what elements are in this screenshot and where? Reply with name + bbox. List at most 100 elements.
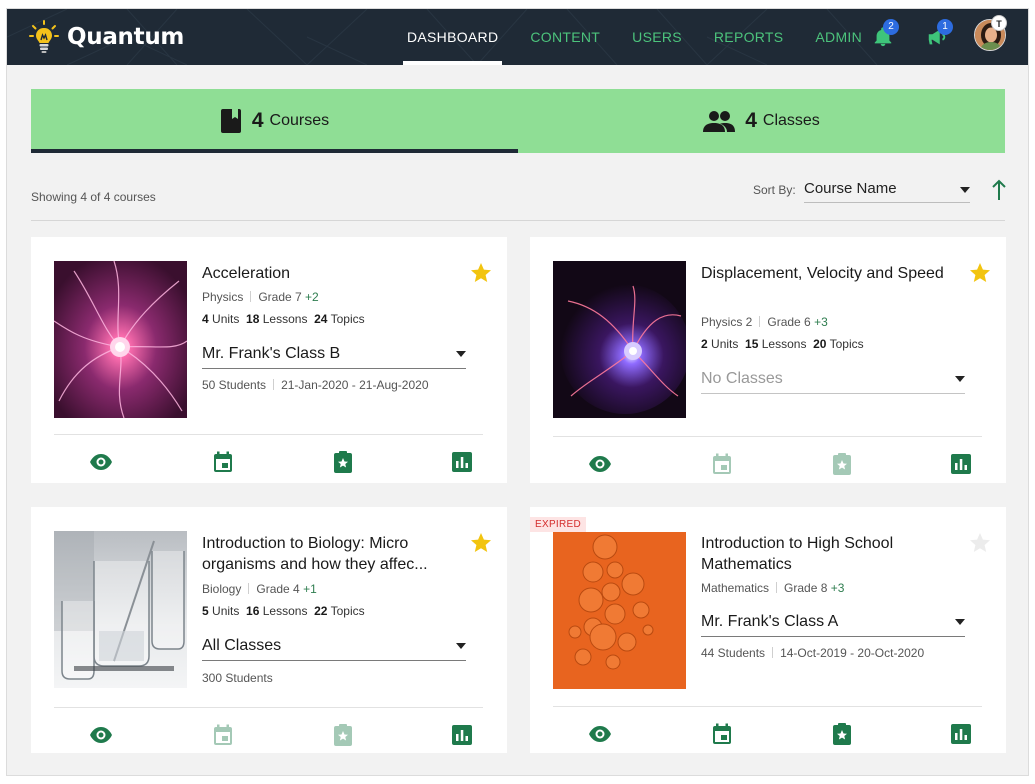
- favorite-star-icon[interactable]: [968, 531, 992, 555]
- course-card[interactable]: Introduction to Biology: Micro organisms…: [31, 507, 507, 753]
- class-details: 50 Students 21-Jan-2020 - 21-Aug-2020: [202, 378, 429, 392]
- view-eye-icon[interactable]: [89, 450, 113, 474]
- class-select[interactable]: All Classes: [202, 631, 466, 661]
- chevron-down-icon: [456, 643, 466, 649]
- main-nav: DASHBOARD CONTENT USERS REPORTS ADMIN: [403, 9, 890, 65]
- view-eye-icon[interactable]: [89, 723, 113, 747]
- view-tabs: 4 Courses 4 Classes: [31, 89, 1005, 153]
- classes-count: 4: [745, 109, 757, 132]
- class-details: 300 Students: [202, 671, 273, 685]
- card-actions: [553, 722, 982, 752]
- avatar-initial-badge: T: [991, 15, 1007, 31]
- course-counts: 4 Units 18 Lessons 24 Topics: [202, 312, 365, 326]
- class-dates: 14-Oct-2019 - 20-Oct-2020: [780, 646, 925, 660]
- course-subject: Physics 2: [701, 315, 753, 329]
- assignment-star-icon[interactable]: [331, 723, 355, 747]
- student-count: 300 Students: [202, 671, 273, 685]
- sort-by-label: Sort By:: [753, 183, 796, 197]
- calendar-icon[interactable]: [211, 723, 235, 747]
- arrow-up-icon: [992, 179, 1006, 200]
- nav-admin[interactable]: ADMIN: [811, 9, 866, 65]
- student-count: 44 Students: [701, 646, 766, 660]
- course-grade: Grade 8: [784, 581, 828, 595]
- courses-count: 4: [251, 109, 264, 132]
- nav-reports[interactable]: REPORTS: [710, 9, 788, 65]
- card-actions: [54, 723, 483, 753]
- course-title[interactable]: Introduction to High School Mathematics: [701, 533, 951, 575]
- course-title[interactable]: Displacement, Velocity and Speed: [701, 263, 951, 284]
- nav-users[interactable]: USERS: [628, 9, 686, 65]
- app-logo[interactable]: Quantum: [29, 19, 184, 55]
- card-divider: [54, 707, 483, 708]
- student-count: 50 Students: [202, 378, 267, 392]
- expired-badge: EXPIRED: [530, 517, 587, 532]
- course-subject: Biology: [202, 582, 242, 596]
- view-eye-icon[interactable]: [588, 722, 612, 746]
- results-count-text: Showing 4 of 4 courses: [31, 190, 156, 204]
- grade-extra: +1: [303, 582, 317, 596]
- chevron-down-icon: [955, 376, 965, 382]
- list-divider: [31, 220, 1005, 221]
- reports-chart-icon[interactable]: [450, 723, 474, 747]
- grade-extra: +2: [305, 290, 319, 304]
- course-subject-grade: Mathematics Grade 8 +3: [701, 581, 844, 595]
- course-subject: Physics: [202, 290, 244, 304]
- chevron-down-icon: [960, 187, 970, 193]
- course-thumbnail-plasma: [54, 261, 187, 418]
- card-divider: [553, 436, 982, 437]
- tab-classes[interactable]: 4 Classes: [518, 89, 1005, 153]
- course-counts: 5 Units 16 Lessons 22 Topics: [202, 604, 365, 618]
- lightbulb-icon: [29, 20, 59, 53]
- calendar-icon[interactable]: [710, 452, 734, 476]
- app-name: Quantum: [67, 24, 185, 50]
- top-navbar: Quantum DASHBOARD CONTENT USERS REPORTS …: [7, 9, 1028, 65]
- sort-direction-button[interactable]: [991, 179, 1007, 201]
- course-subject-grade: Biology Grade 4 +1: [202, 582, 317, 596]
- class-dates: 21-Jan-2020 - 21-Aug-2020: [281, 378, 429, 392]
- class-select[interactable]: No Classes: [701, 364, 965, 394]
- class-select-value: Mr. Frank's Class A: [701, 613, 839, 630]
- course-counts: 2 Units 15 Lessons 20 Topics: [701, 337, 864, 351]
- nav-content[interactable]: CONTENT: [526, 9, 604, 65]
- class-select-value: No Classes: [701, 370, 783, 387]
- app-frame: Quantum DASHBOARD CONTENT USERS REPORTS …: [6, 8, 1029, 776]
- assignment-star-icon[interactable]: [830, 722, 854, 746]
- favorite-star-icon[interactable]: [968, 261, 992, 285]
- reports-chart-icon[interactable]: [450, 450, 474, 474]
- class-select[interactable]: Mr. Frank's Class A: [701, 607, 965, 637]
- course-title[interactable]: Introduction to Biology: Micro organisms…: [202, 533, 452, 575]
- tab-courses[interactable]: 4 Courses: [31, 89, 518, 153]
- favorite-star-icon[interactable]: [469, 531, 493, 555]
- course-thumbnail-plasma-ball: [553, 261, 686, 418]
- course-grade: Grade 6: [767, 315, 811, 329]
- notifications-badge: 2: [883, 19, 899, 35]
- course-card[interactable]: Displacement, Velocity and Speed Physics…: [530, 237, 1006, 483]
- course-card[interactable]: Acceleration Physics Grade 7 +2 4 Units 1…: [31, 237, 507, 483]
- favorite-star-icon[interactable]: [469, 261, 493, 285]
- course-title[interactable]: Acceleration: [202, 263, 452, 284]
- notifications-button[interactable]: 2: [865, 19, 901, 55]
- class-details: 44 Students 14-Oct-2019 - 20-Oct-2020: [701, 646, 924, 660]
- card-divider: [553, 706, 982, 707]
- reports-chart-icon[interactable]: [949, 452, 973, 476]
- chevron-down-icon: [955, 619, 965, 625]
- sort-select[interactable]: Course Name: [804, 177, 970, 203]
- chevron-down-icon: [456, 351, 466, 357]
- grade-extra: +3: [830, 581, 845, 595]
- assignment-star-icon[interactable]: [830, 452, 854, 476]
- class-select[interactable]: Mr. Frank's Class B: [202, 339, 466, 369]
- reports-chart-icon[interactable]: [949, 722, 973, 746]
- class-select-value: All Classes: [202, 637, 282, 654]
- course-subject-grade: Physics 2 Grade 6 +3: [701, 315, 828, 329]
- course-card[interactable]: EXPIRED Introduction to High School Math…: [530, 507, 1006, 753]
- card-divider: [54, 434, 483, 435]
- announcements-button[interactable]: 1: [919, 19, 955, 55]
- assignment-star-icon[interactable]: [331, 450, 355, 474]
- view-eye-icon[interactable]: [588, 452, 612, 476]
- announcements-badge: 1: [937, 19, 953, 35]
- nav-dashboard[interactable]: DASHBOARD: [403, 9, 503, 65]
- sort-select-value: Course Name: [804, 180, 897, 197]
- calendar-icon[interactable]: [211, 450, 235, 474]
- card-actions: [54, 450, 483, 480]
- calendar-icon[interactable]: [710, 722, 734, 746]
